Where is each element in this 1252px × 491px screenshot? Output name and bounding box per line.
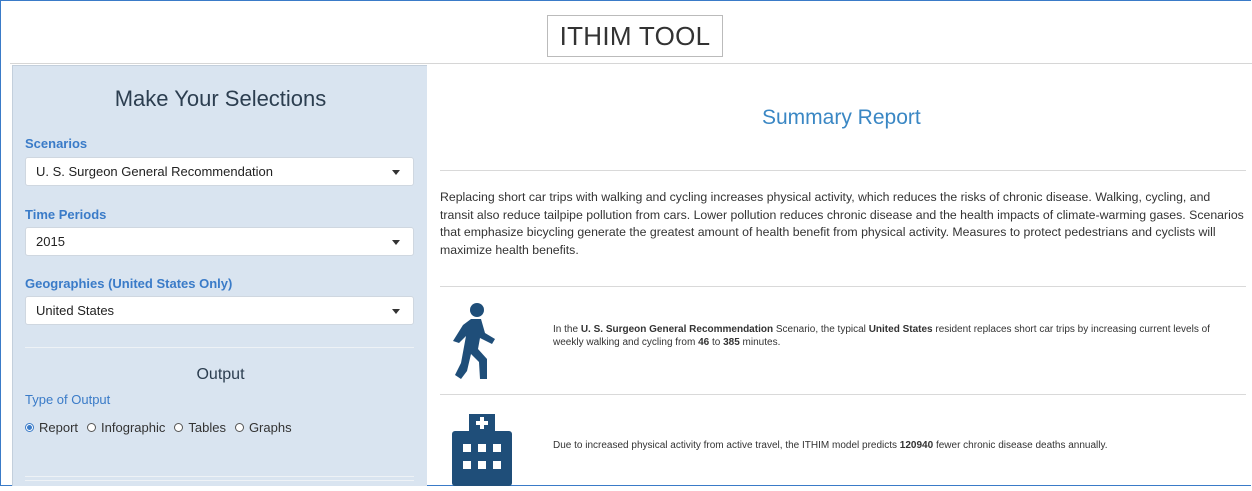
- sidebar-divider: [25, 480, 414, 481]
- app-title: ITHIM TOOL: [547, 15, 723, 57]
- radio-graphs[interactable]: Graphs: [234, 420, 292, 435]
- report-title: Summary Report: [762, 106, 921, 129]
- time-periods-select[interactable]: 2015: [25, 227, 414, 256]
- scenarios-value: U. S. Surgeon General Recommendation: [36, 164, 274, 179]
- output-type-label: Type of Output: [25, 392, 111, 407]
- output-heading: Output: [196, 366, 245, 383]
- time-periods-value: 2015: [36, 234, 65, 249]
- geographies-value: United States: [36, 303, 115, 318]
- radio-unchecked-icon: [234, 423, 244, 432]
- radio-tables-label: Tables: [188, 420, 226, 435]
- time-periods-label: Time Periods: [25, 207, 107, 222]
- radio-checked-icon: [25, 423, 34, 432]
- radio-infographic[interactable]: Infographic: [87, 420, 165, 435]
- radio-tables[interactable]: Tables: [174, 420, 226, 435]
- radio-unchecked-icon: [174, 423, 184, 432]
- report-panel: Summary Report Replacing short car trips…: [427, 65, 1252, 486]
- title-divider: [10, 63, 1252, 64]
- sidebar-heading: Make Your Selections: [114, 86, 327, 111]
- report-intro: Replacing short car trips with walking a…: [440, 190, 1244, 257]
- walking-fact-text: In the U. S. Surgeon General Recommendat…: [553, 324, 1210, 348]
- caret-down-icon: [392, 240, 400, 245]
- geographies-label: Geographies (United States Only): [25, 276, 233, 291]
- radio-infographic-label: Infographic: [101, 420, 166, 435]
- radio-report-label: Report: [39, 420, 79, 435]
- caret-down-icon: [392, 309, 400, 314]
- scenarios-select[interactable]: U. S. Surgeon General Recommendation: [25, 157, 414, 186]
- scenarios-label: Scenarios: [25, 136, 88, 151]
- radio-report[interactable]: Report: [25, 420, 78, 435]
- output-type-radio-group: Report Infographic Tables Graphs: [25, 420, 301, 435]
- geographies-select[interactable]: United States: [25, 296, 414, 325]
- deaths-fact-text: Due to increased physical activity from …: [553, 440, 1108, 451]
- caret-down-icon: [392, 170, 400, 175]
- sidebar-divider: [25, 476, 414, 477]
- report-divider: [440, 286, 1246, 287]
- selection-sidebar: Make Your Selections Scenarios U. S. Sur…: [12, 65, 427, 486]
- report-divider: [440, 394, 1246, 395]
- hospital-icon: [449, 414, 515, 491]
- walking-person-icon: [449, 301, 499, 386]
- sidebar-divider: [25, 347, 414, 348]
- radio-unchecked-icon: [87, 423, 97, 432]
- report-divider: [440, 170, 1246, 171]
- radio-graphs-label: Graphs: [248, 420, 292, 435]
